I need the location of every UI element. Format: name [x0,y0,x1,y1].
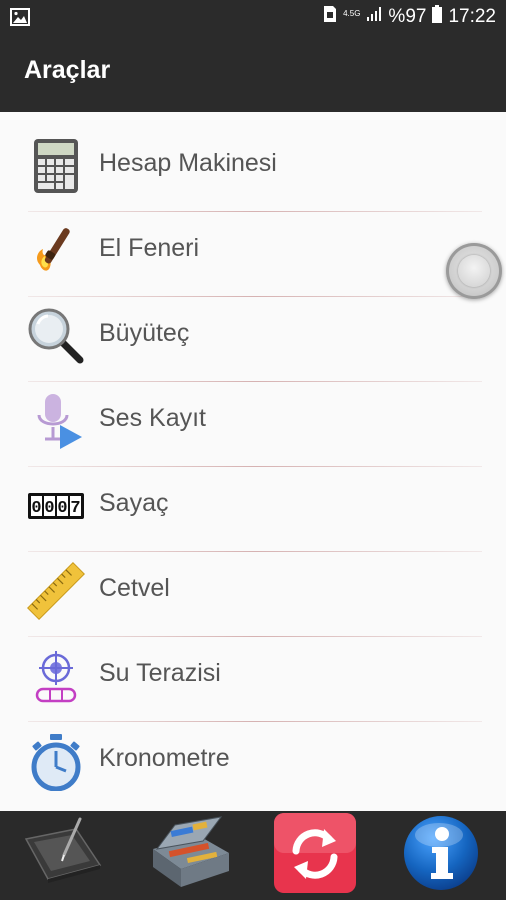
list-item-sayac[interactable]: 0 0 0 7 Sayaç [0,467,506,552]
list-item-cetvel[interactable]: Cetvel [0,552,506,637]
list-item-label: Sayaç [99,489,169,517]
toolbox-button[interactable] [126,811,252,900]
counter-digit: 0 [31,499,41,518]
refresh-button[interactable] [252,811,378,900]
bottom-toolbar [0,811,506,900]
list-item-label: Su Terazisi [99,659,221,687]
list-item-ses-kayit[interactable]: Ses Kayıt [0,382,506,467]
calculator-icon [26,136,86,196]
list-item-label: El Feneri [99,234,200,262]
list-item-su-terazisi[interactable]: Su Terazisi [0,637,506,722]
list-item-label: Ses Kayıt [99,404,206,432]
ruler-icon [26,561,86,621]
flashlight-torch-icon [26,221,86,281]
network-type-label: 4.5G [343,9,361,18]
refresh-icon [272,811,358,900]
tool-list: Hesap Makinesi El Feneri Büyüteç Ses Kay… [0,112,506,812]
list-item-buyutec[interactable]: Büyüteç [0,297,506,382]
clock: 17:22 [448,6,496,27]
counter-digit: 0 [57,499,67,518]
toolbox-icon [141,813,237,898]
counter-digit: 7 [70,499,80,518]
battery-percent: %97 [388,6,427,27]
counter-icon: 0 0 0 7 [26,476,86,536]
magnifier-icon [26,306,86,366]
app-bar: Araçlar [0,34,506,112]
signal-icon [366,6,382,28]
list-item-label: Kronometre [99,744,230,772]
list-item-el-feneri[interactable]: El Feneri [0,212,506,297]
list-item-hesap-makinesi[interactable]: Hesap Makinesi [0,127,506,212]
list-item-kronometre[interactable]: Kronometre [0,722,506,807]
list-item-label: Cetvel [99,574,170,602]
floating-action-button[interactable] [446,243,502,299]
status-bar: 4.5G %97 17:22 [0,0,506,34]
stopwatch-icon [26,731,86,792]
battery-icon [432,5,443,29]
info-icon [401,813,481,898]
image-notification-icon [10,8,30,31]
counter-digit: 0 [44,499,54,518]
drawing-tablet-button[interactable] [0,811,126,900]
spirit-level-icon [26,646,86,706]
microphone-record-icon [26,391,86,451]
sim-icon [323,5,337,29]
drawing-tablet-icon [20,815,106,896]
info-button[interactable] [378,811,504,900]
list-item-label: Hesap Makinesi [99,149,277,177]
page-title: Araçlar [24,56,111,84]
list-item-label: Büyüteç [99,319,190,347]
